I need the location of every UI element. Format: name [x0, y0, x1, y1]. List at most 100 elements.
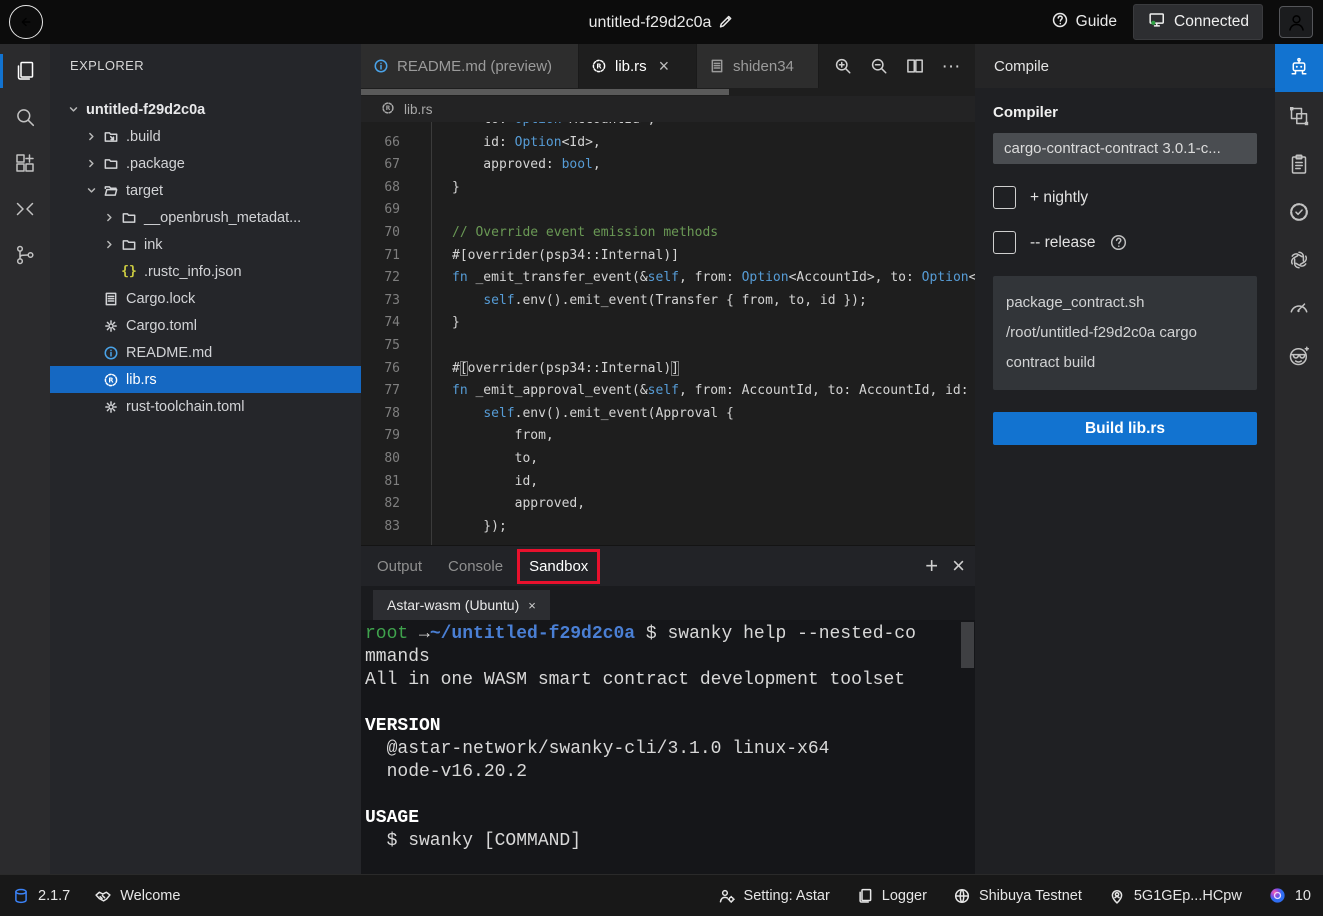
gear-icon [103, 318, 119, 334]
activity-item-robot[interactable] [1275, 44, 1323, 92]
activity-item-openai[interactable] [1275, 236, 1323, 284]
globe-icon [953, 887, 971, 905]
status-item-label: Setting: Astar [744, 888, 830, 904]
tree-chevron [82, 184, 100, 197]
release-checkbox-row[interactable]: -- release [993, 231, 1257, 254]
zoom-out-button[interactable] [863, 50, 895, 82]
activity-item-plugin[interactable] [0, 140, 50, 186]
line-number: 71 [361, 245, 425, 268]
release-help-icon[interactable] [1109, 233, 1128, 252]
monitor-icon [1147, 10, 1166, 29]
tree-item--rustc-info-json[interactable]: {} .rustc_info.json [50, 258, 361, 285]
compiler-select[interactable]: cargo-contract-contract 3.0.1-c... [993, 133, 1257, 164]
avatar[interactable] [1279, 6, 1313, 38]
new-terminal-button[interactable]: + [925, 555, 938, 577]
bottom-panel: Output Console Sandbox + × Astar-wasm (U… [361, 545, 975, 874]
status-item-logger[interactable]: Logger [856, 887, 927, 905]
build-button[interactable]: Build lib.rs [993, 412, 1257, 445]
zoom-in-button[interactable] [827, 50, 859, 82]
tree-item-label: .rustc_info.json [144, 264, 242, 280]
activity-item-files[interactable] [0, 48, 50, 94]
tree-item-ink[interactable]: ink [50, 231, 361, 258]
activity-item-git-branch[interactable] [0, 232, 50, 278]
panel-actions: + × [925, 555, 965, 577]
tree-item--build[interactable]: .build [50, 123, 361, 150]
activity-item-gauge[interactable] [1275, 284, 1323, 332]
terminal-scrollbar-thumb[interactable] [961, 622, 974, 668]
nightly-checkbox[interactable] [993, 186, 1016, 209]
terminal-tab[interactable]: Astar-wasm (Ubuntu) × [373, 590, 550, 620]
tree-item--package[interactable]: .package [50, 150, 361, 177]
status-item-welcome[interactable]: Welcome [94, 887, 180, 905]
terminal-line: @astar-network/swanky-cli/3.1.0 linux-x6… [365, 738, 973, 761]
activity-item-search[interactable] [0, 94, 50, 140]
terminal-line: USAGE [365, 807, 973, 830]
status-item-shibuya-testnet[interactable]: Shibuya Testnet [953, 887, 1082, 905]
terminal-tab-close-icon[interactable]: × [528, 598, 536, 613]
tree-item-lib-rs[interactable]: R lib.rs [50, 366, 361, 393]
tabbar-scrollbar [361, 88, 975, 96]
activity-item-cool-face[interactable] [1275, 332, 1323, 380]
status-item-label: Logger [882, 888, 927, 904]
code-line: 75 [361, 335, 975, 358]
folder-open-icon [103, 183, 119, 199]
panel-tab-console[interactable]: Console [446, 552, 505, 581]
breadcrumb[interactable]: Rlib.rs [361, 96, 975, 122]
rust-icon: R [103, 372, 119, 388]
activity-item-badge-check[interactable] [1275, 188, 1323, 236]
tree-item-cargo-lock[interactable]: Cargo.lock [50, 285, 361, 312]
panel-header: Output Console Sandbox + × [361, 546, 975, 586]
tree-item--openbrush-metadat-[interactable]: __openbrush_metadat... [50, 204, 361, 231]
tree-item-cargo-toml[interactable]: Cargo.toml [50, 312, 361, 339]
edit-title-button[interactable] [711, 14, 734, 31]
nightly-label: + nightly [1030, 189, 1088, 207]
tabbar-scrollbar-thumb[interactable] [361, 89, 729, 95]
search-icon [13, 105, 37, 129]
release-checkbox[interactable] [993, 231, 1016, 254]
activity-item-deploy[interactable] [1275, 92, 1323, 140]
tree-chevron [82, 157, 100, 170]
terminal[interactable]: root →~/untitled-f29d2c0a $ swanky help … [361, 620, 975, 874]
tree-item-label: README.md [126, 345, 212, 361]
panel-tab-output[interactable]: Output [375, 552, 424, 581]
tab-label: lib.rs [615, 58, 647, 75]
titlebar-actions: Guide Connected [1051, 0, 1313, 44]
tree-item-rust-toolchain-toml[interactable]: rust-toolchain.toml [50, 393, 361, 420]
terminal-line [365, 692, 973, 715]
code-line: 83 }); [361, 516, 975, 539]
close-panel-button[interactable]: × [952, 555, 965, 577]
status-item-setting-astar[interactable]: Setting: Astar [718, 887, 830, 905]
code-line: 78 self.env().emit_event(Approval { [361, 403, 975, 426]
guide-button[interactable]: Guide [1051, 11, 1117, 34]
line-number: 81 [361, 471, 425, 494]
release-label: -- release [1030, 234, 1095, 252]
split-button[interactable] [899, 50, 931, 82]
files-icon [13, 59, 37, 83]
braces-icon: {} [121, 264, 137, 279]
activity-item-collapse[interactable] [0, 186, 50, 232]
editor-tab-lib-rs[interactable]: R lib.rs × [579, 44, 697, 88]
ellipsis-icon: ··· [942, 57, 961, 76]
split-icon [905, 56, 925, 76]
code-line: 67 approved: bool, [361, 154, 975, 177]
tree-item-target[interactable]: target [50, 177, 361, 204]
status-item-5g1gep-hcpw[interactable]: 5G1GEp...HCpw [1108, 887, 1242, 905]
panel-tab-sandbox[interactable]: Sandbox [527, 552, 590, 581]
code-editor[interactable]: to: Option<AccountId>, 66 id: Option<Id>… [361, 122, 975, 545]
connected-button[interactable]: Connected [1133, 4, 1263, 40]
zoom-in-icon [833, 56, 853, 76]
panel-tab-label: Console [448, 558, 503, 575]
status-item-label: Welcome [120, 888, 180, 904]
status-item-10[interactable]: 10 [1268, 886, 1311, 905]
tree-item-label: .build [126, 129, 161, 145]
line-number [361, 122, 425, 132]
nightly-checkbox-row[interactable]: + nightly [993, 186, 1257, 209]
editor-tab-shiden34[interactable]: shiden34 [697, 44, 819, 88]
tree-item-untitled-f29d2c0a[interactable]: untitled-f29d2c0a [50, 96, 361, 123]
tree-item-readme-md[interactable]: README.md [50, 339, 361, 366]
activity-item-clipboard[interactable] [1275, 140, 1323, 188]
ellipsis-button[interactable]: ··· [935, 50, 967, 82]
editor-tab-readme-md-preview-[interactable]: README.md (preview) [361, 44, 579, 88]
tab-close-icon[interactable]: × [659, 56, 670, 77]
tab-label: shiden34 [733, 58, 794, 75]
